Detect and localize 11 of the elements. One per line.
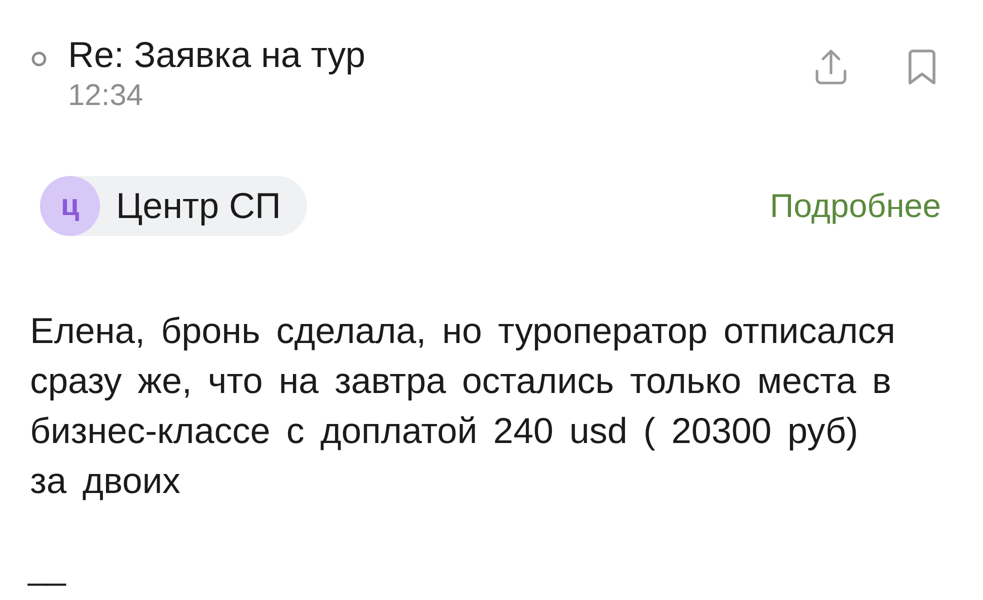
details-link[interactable]: Подробнее [770,181,941,231]
share-icon[interactable] [814,48,848,86]
sender-name: Центр СП [116,185,281,227]
sender-chip[interactable]: ц Центр СП [40,176,307,236]
bookmark-icon[interactable] [906,48,938,86]
signature-separator: __ [28,549,66,587]
message-body: Елена, бронь сделала, но туроператор отписался сразу же, что на завтра остались только места в бизнес-классе с доплатой 240 usd ( 20300 руб) за двоих [30,309,896,503]
status-dot-icon[interactable] [31,51,47,67]
message-time: 12:34 [68,78,144,114]
message-subject: Re: Заявка на тур [68,34,366,76]
sender-avatar: ц [40,176,100,236]
